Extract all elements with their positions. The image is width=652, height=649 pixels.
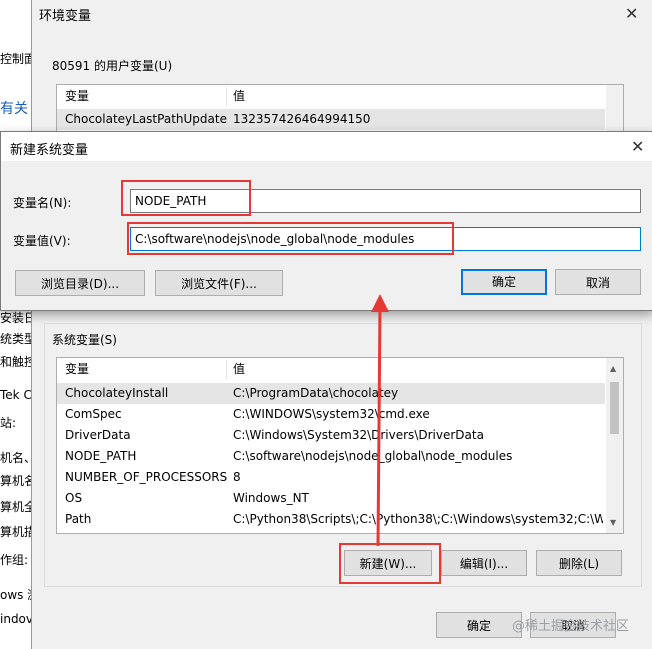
table-row[interactable]: DriverData C:\Windows\System32\Drivers\D…: [57, 425, 605, 446]
table-row[interactable]: ComSpec C:\WINDOWS\system32\cmd.exe: [57, 404, 605, 425]
var-value: C:\Windows\System32\Drivers\DriverData: [233, 428, 484, 442]
env-ok-button[interactable]: 确定: [436, 612, 522, 638]
delete-variable-button[interactable]: 删除(L): [536, 550, 622, 576]
bg-text: 有关: [0, 101, 28, 117]
var-value: C:\WINDOWS\system32\cmd.exe: [233, 407, 430, 421]
bg-text: 作组:: [0, 553, 29, 567]
env-close-icon[interactable]: ✕: [625, 6, 638, 22]
dialog-title-bar: 新建系统变量 ✕: [1, 132, 652, 161]
dialog-cancel-button[interactable]: 取消: [555, 269, 641, 295]
bg-text: indov: [0, 612, 33, 626]
highlight-box-new-button: [339, 543, 441, 584]
user-vars-label: 80591 的用户变量(U): [52, 59, 173, 73]
table-row[interactable]: OS Windows_NT: [57, 488, 605, 509]
var-name: NODE_PATH: [65, 449, 137, 463]
var-name: Path: [65, 512, 92, 526]
env-window-title: 环境变量: [39, 9, 92, 24]
var-name-label: 变量名(N):: [13, 196, 72, 210]
dialog-title: 新建系统变量: [10, 143, 89, 158]
dialog-ok-button[interactable]: 确定: [461, 269, 547, 295]
var-value: Windows_NT: [233, 491, 309, 505]
arrow-head: [371, 294, 389, 312]
column-divider: [226, 87, 227, 106]
arrow-shaft: [376, 305, 382, 547]
bg-text: 站:: [0, 416, 17, 430]
new-system-variable-dialog: 新建系统变量 ✕ 变量名(N): NODE_PATH 变量值(V): C:\so…: [0, 131, 652, 311]
system-vars-scrollbar[interactable]: ▲ ▼: [606, 358, 623, 533]
column-header-variable[interactable]: 变量: [65, 358, 89, 380]
scrollbar-thumb[interactable]: [610, 382, 619, 434]
system-vars-label: 系统变量(S): [52, 331, 119, 348]
column-divider: [226, 360, 227, 379]
table-row[interactable]: NODE_PATH C:\software\nodejs\node_global…: [57, 446, 605, 467]
var-name: ChocolateyInstall: [65, 386, 169, 400]
var-value-label: 变量值(V):: [13, 234, 71, 248]
table-row[interactable]: NUMBER_OF_PROCESSORS 8: [57, 467, 605, 488]
var-name: DriverData: [65, 428, 131, 442]
var-value: 132357426464994150: [233, 112, 371, 126]
highlight-box-var-name: [121, 180, 251, 216]
highlight-box-var-value: [127, 222, 454, 255]
var-name: ChocolateyLastPathUpdate: [65, 112, 227, 126]
browse-directory-button[interactable]: 浏览目录(D)...: [15, 270, 145, 296]
scroll-down-icon[interactable]: ▼: [610, 518, 616, 527]
user-vars-list[interactable]: 变量 值 ChocolateyLastPathUpdate 1323574264…: [56, 84, 624, 136]
column-header-variable[interactable]: 变量: [65, 85, 89, 107]
bg-text: Tek C: [0, 388, 32, 402]
background-control-panel: 控制面板 有关 安装日 统类型 和触控 Tek C 站: 机名、域 算机名 算机…: [0, 0, 48, 649]
table-row[interactable]: ChocolateyInstall C:\ProgramData\chocola…: [57, 383, 605, 404]
system-vars-list[interactable]: 变量 值 ChocolateyInstall C:\ProgramData\ch…: [56, 357, 624, 534]
column-header-value[interactable]: 值: [233, 358, 245, 380]
scroll-up-icon[interactable]: ▲: [610, 364, 616, 373]
browse-file-button[interactable]: 浏览文件(F)...: [155, 270, 283, 296]
dialog-close-icon[interactable]: ✕: [631, 139, 644, 155]
var-value: C:\Python38\Scripts\;C:\Python38\;C:\Win…: [233, 512, 603, 526]
watermark: @稀土掘金技术社区: [512, 619, 630, 634]
edit-variable-button[interactable]: 编辑(I)...: [441, 550, 527, 576]
var-name: ComSpec: [65, 407, 122, 421]
var-value: 8: [233, 470, 241, 484]
table-row[interactable]: Path C:\Python38\Scripts\;C:\Python38\;C…: [57, 509, 605, 530]
annotation-arrow-icon: [371, 294, 389, 547]
table-row[interactable]: ChocolateyLastPathUpdate 132357426464994…: [57, 109, 605, 130]
var-name: NUMBER_OF_PROCESSORS: [65, 470, 228, 484]
var-name: OS: [65, 491, 83, 505]
user-vars-scrollbar[interactable]: [606, 85, 623, 135]
column-header-value[interactable]: 值: [233, 85, 245, 107]
